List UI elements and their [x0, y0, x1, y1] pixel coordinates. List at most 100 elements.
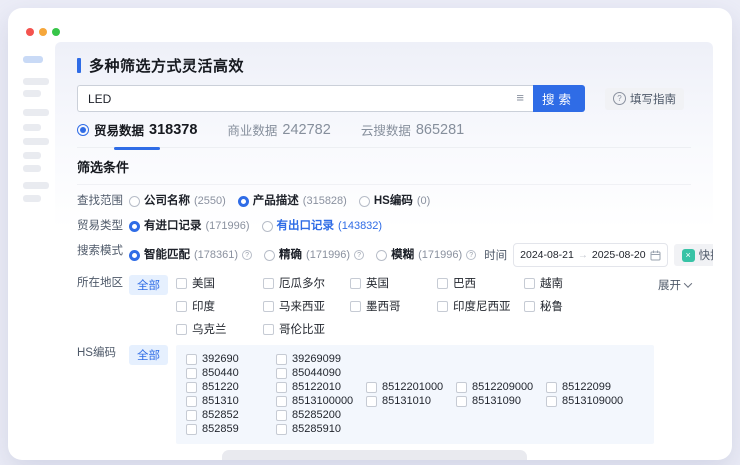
skeleton-bar [23, 56, 43, 63]
radio-count: (2550) [194, 193, 226, 210]
hs-code-checkbox[interactable]: 850440 [186, 367, 276, 379]
country-label: 印度尼西亚 [453, 298, 511, 314]
hs-code-checkbox[interactable]: 8513109000 [546, 395, 636, 407]
radio-icon [262, 221, 273, 232]
checkbox-icon [276, 354, 287, 365]
country-checkbox[interactable]: 厄瓜多尔 [263, 275, 350, 291]
checkbox-icon [263, 301, 274, 312]
radio-option[interactable]: HS编码 (0) ? [359, 193, 430, 210]
filter-row-trade: 贸易类型 有进口记录 (171996) ? [77, 218, 691, 235]
quick-options-label: 快捷选项 [699, 247, 713, 263]
hs-code-checkbox[interactable]: 8512209000 [456, 381, 546, 393]
tab-item[interactable]: 云搜数据 865281 [361, 120, 464, 139]
radio-icon [264, 250, 275, 261]
filter-lines-icon[interactable]: ≡ [516, 91, 524, 105]
country-checkbox[interactable]: 印度尼西亚 [437, 298, 524, 314]
hs-code-row: 392690 39269099 [186, 353, 644, 365]
search-button[interactable]: 搜索 [533, 85, 585, 112]
date-range-picker[interactable]: 2024-08-21 → 2025-08-20 [513, 243, 667, 267]
radio-label: HS编码 [374, 193, 413, 210]
radio-label: 公司名称 [144, 193, 190, 210]
expand-button[interactable]: 展开 [658, 277, 691, 293]
radio-option[interactable]: 有出口记录 (143832) ? [262, 218, 383, 235]
checkbox-icon [456, 396, 467, 407]
hs-code-checkbox[interactable]: 852852 [186, 409, 276, 421]
checkbox-icon [437, 278, 448, 289]
hs-code-checkbox[interactable]: 852859 [186, 423, 276, 435]
region-all-button[interactable]: 全部 [129, 275, 168, 295]
radio-option[interactable]: 产品描述 (315828) ? [238, 193, 347, 210]
sidebar-skeleton [23, 56, 57, 202]
quick-options-icon: × [682, 249, 695, 262]
guide-button[interactable]: ? 填写指南 [605, 88, 684, 110]
search-input[interactable] [77, 85, 533, 112]
hs-code-checkbox[interactable]: 851220 [186, 381, 276, 393]
country-label: 印度 [192, 298, 215, 314]
hs-code-checkbox[interactable]: 8513100000 [276, 395, 366, 407]
country-checkbox[interactable]: 越南 [524, 275, 611, 291]
radio-icon [129, 221, 140, 232]
filter-row-hs-code: HS编码 全部 392690 [77, 345, 691, 444]
hs-code-checkbox[interactable]: 85285200 [276, 409, 366, 421]
hs-code-label: 39269099 [292, 353, 341, 365]
hs-code-checkbox[interactable]: 85044090 [276, 367, 366, 379]
hs-code-checkbox[interactable]: 85122099 [546, 381, 636, 393]
traffic-light-zoom[interactable] [52, 28, 60, 36]
traffic-light-minimize[interactable] [39, 28, 47, 36]
country-label: 秘鲁 [540, 298, 563, 314]
hs-code-checkbox[interactable]: 85131090 [456, 395, 546, 407]
country-checkbox[interactable]: 秘鲁 [524, 298, 611, 314]
window-titlebar [26, 28, 60, 36]
tab-item[interactable]: 贸易数据 318378 [77, 120, 197, 139]
desktop-background: 多种筛选方式灵活高效 ≡ 搜索 ? 填写指南 贸易数据 [0, 0, 740, 465]
skeleton-bar [23, 195, 41, 202]
checkbox-icon [437, 301, 448, 312]
arrow-right-icon: → [578, 250, 588, 261]
country-checkbox[interactable]: 巴西 [437, 275, 524, 291]
quick-options-button[interactable]: × 快捷选项 [674, 244, 713, 266]
country-label: 墨西哥 [366, 298, 401, 314]
checkbox-icon [524, 301, 535, 312]
country-checkbox[interactable]: 英国 [350, 275, 437, 291]
radio-label: 有进口记录 [144, 218, 202, 235]
traffic-light-close[interactable] [26, 28, 34, 36]
hs-code-checkbox[interactable]: 8512201000 [366, 381, 456, 393]
hs-code-checkbox[interactable]: 85285910 [276, 423, 366, 435]
checkbox-icon [186, 368, 197, 379]
hs-code-checkbox[interactable]: 392690 [186, 353, 276, 365]
hs-code-checkbox[interactable]: 39269099 [276, 353, 366, 365]
filter-section-title: 筛选条件 [77, 157, 691, 185]
checkbox-icon [546, 382, 557, 393]
country-label: 乌克兰 [192, 321, 227, 337]
hs-code-checkbox[interactable]: 851310 [186, 395, 276, 407]
radio-option[interactable]: 精确 (171996) ? [264, 247, 364, 264]
tab-item[interactable]: 商业数据 242782 [227, 120, 330, 139]
radio-count: (178361) [194, 247, 238, 264]
filter-row-label: 查找范围 [77, 193, 129, 210]
radio-option[interactable]: 有进口记录 (171996) ? [129, 218, 250, 235]
country-checkbox[interactable]: 哥伦比亚 [263, 321, 350, 337]
country-label: 哥伦比亚 [279, 321, 325, 337]
checkbox-icon [276, 410, 287, 421]
checkbox-icon [350, 301, 361, 312]
country-checkbox[interactable]: 墨西哥 [350, 298, 437, 314]
radio-option[interactable]: 模糊 (171996) ? [376, 247, 476, 264]
hs-code-checkbox[interactable]: 85131010 [366, 395, 456, 407]
tab-label: 贸易数据 [94, 120, 144, 139]
country-checkbox-grid: 美国 厄瓜多尔 英国 [176, 275, 691, 337]
country-checkbox[interactable]: 美国 [176, 275, 263, 291]
hs-code-checkbox[interactable]: 85122010 [276, 381, 366, 393]
tab-count: 865281 [416, 122, 464, 138]
radio-option[interactable]: 公司名称 (2550) ? [129, 193, 226, 210]
radio-count: (171996) [206, 218, 250, 235]
hs-all-button[interactable]: 全部 [129, 345, 168, 365]
country-checkbox[interactable]: 印度 [176, 298, 263, 314]
country-checkbox[interactable]: 乌克兰 [176, 321, 263, 337]
country-label: 越南 [540, 275, 563, 291]
country-label: 马来西亚 [279, 298, 325, 314]
expand-label: 展开 [658, 277, 681, 293]
tab-label: 商业数据 [227, 120, 277, 139]
country-checkbox[interactable]: 马来西亚 [263, 298, 350, 314]
radio-option[interactable]: 智能匹配 (178361) ? [129, 247, 252, 264]
radio-count: (315828) [303, 193, 347, 210]
